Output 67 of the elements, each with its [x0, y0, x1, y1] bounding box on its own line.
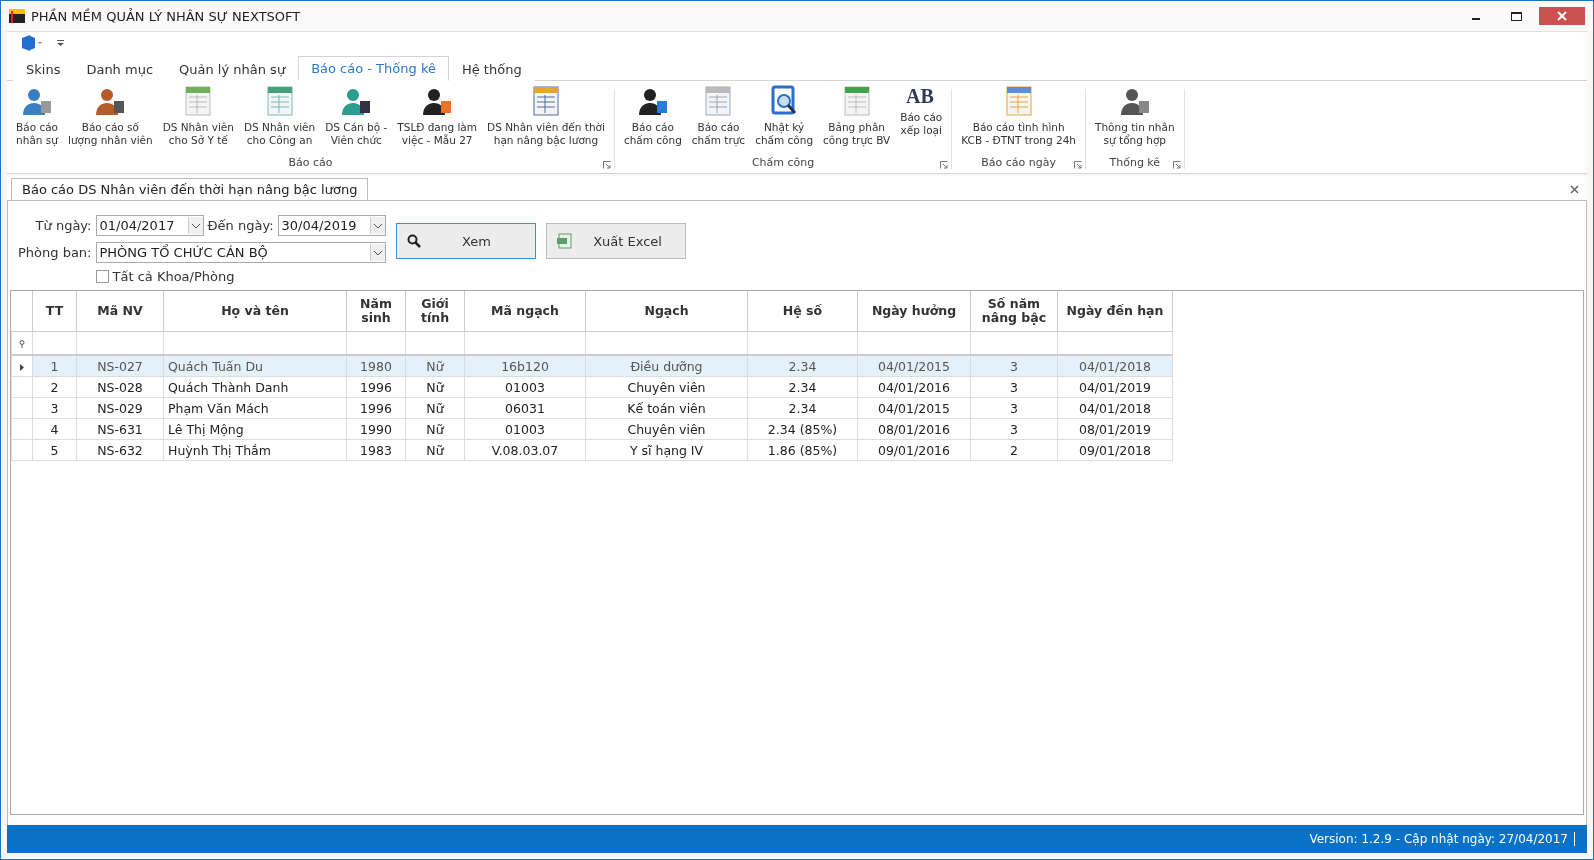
maximize-icon — [1510, 11, 1522, 21]
table-cell: Điều dưỡng — [585, 355, 748, 377]
ribbon-button[interactable]: Nhật ký chấm công — [755, 121, 814, 147]
office-logo-icon[interactable] — [21, 35, 43, 51]
current-row-icon — [20, 363, 24, 371]
column-header[interactable]: Giới tính — [405, 291, 465, 332]
field-label: Đến ngày: — [207, 218, 274, 233]
dialog-launcher-icon[interactable] — [1074, 161, 1083, 169]
spreadsheet-icon — [841, 85, 872, 117]
export-button[interactable]: Xuất Excel — [545, 223, 686, 259]
column-header[interactable]: Mã ngạch — [464, 291, 586, 332]
date-field[interactable]: 30/04/2019 — [277, 215, 386, 236]
column-header[interactable]: Ngày đến hạn — [1057, 291, 1173, 332]
view-button[interactable]: Xem — [395, 223, 536, 259]
ribbon-group-label: Thống kê — [1109, 156, 1161, 169]
ribbon-button[interactable]: Báo cáo tình hình KCB - ĐTNT trong 24h — [961, 121, 1077, 147]
column-header[interactable]: Mã NV — [76, 291, 164, 332]
field-label: Từ ngày: — [34, 218, 92, 233]
dialog-launcher-icon[interactable] — [940, 161, 949, 169]
ribbon-button[interactable]: Báo cáo chấm công — [623, 121, 682, 147]
dialog-launcher-icon[interactable] — [602, 161, 611, 169]
app-logo-icon — [9, 9, 25, 23]
column-header[interactable]: Năm sinh — [346, 291, 406, 332]
status-text: Version: 1.2.9 - Cập nhật ngày: 27/04/2017 — [1309, 832, 1575, 846]
ribbon-button[interactable]: DS Nhân viên cho Công an — [243, 121, 316, 147]
close-icon — [1557, 11, 1567, 21]
ribbon-button[interactable]: TSLĐ đang làm việc - Mẫu 27 — [397, 121, 478, 147]
column-header[interactable]: Họ và tên — [163, 291, 347, 332]
spreadsheet-icon — [183, 85, 214, 117]
spreadsheet-icon — [530, 85, 561, 117]
ribbon-button[interactable]: Báo cáo chấm trực — [691, 121, 746, 147]
spreadsheet-icon — [1003, 85, 1034, 117]
ribbon-group-label: Báo cáo ngày — [981, 156, 1056, 169]
document-tab[interactable]: Báo cáo DS Nhân viên đến thời hạn nâng bậc lương — [11, 178, 369, 200]
window-title: PHẦN MỀM QUẢN LÝ NHÂN SỰ NEXTSOFT — [31, 8, 302, 24]
column-header[interactable]: Ngạch — [585, 291, 748, 332]
spreadsheet-icon — [703, 85, 734, 117]
spreadsheet-file-icon — [556, 233, 573, 249]
search-icon — [406, 234, 421, 248]
ribbon-group-label: Báo cáo — [288, 156, 333, 169]
customize-dropdown-icon[interactable] — [57, 39, 65, 47]
checkbox-label: Tất cả Khoa/Phòng — [112, 269, 235, 284]
filter-pin-icon — [19, 339, 25, 348]
column-header[interactable]: Hệ số — [747, 291, 858, 332]
close-button[interactable] — [1539, 7, 1585, 25]
ribbon-button[interactable]: Báo cáo xếp loại — [900, 111, 943, 137]
ribbon-group-label: Chấm công — [751, 156, 815, 169]
close-icon[interactable] — [1570, 185, 1579, 194]
ab-letters-icon: AB — [905, 85, 938, 107]
column-header[interactable]: Ngày hưởng — [857, 291, 971, 332]
ribbon-button[interactable]: Bảng phân công trực BV — [823, 121, 891, 147]
ribbon-button[interactable]: DS Cán bộ - Viên chức — [325, 121, 388, 147]
field-label: Phòng ban: — [18, 245, 92, 260]
spreadsheet-icon — [264, 85, 295, 117]
column-header[interactable]: Số năm nâng bậc — [970, 291, 1058, 332]
ribbon-tab[interactable]: Báo cáo - Thống kê — [298, 56, 449, 81]
column-header[interactable]: TT — [32, 291, 77, 332]
date-field[interactable]: 01/04/2017 — [95, 215, 204, 236]
ribbon-button[interactable]: DS Nhân viên cho Sở Y tế — [162, 121, 234, 147]
department-dropdown[interactable]: PHÒNG TỔ CHỨC CÁN BỘ — [95, 242, 386, 263]
dialog-launcher-icon[interactable] — [1172, 161, 1181, 169]
ribbon-button[interactable]: DS Nhân viên đến thời hạn nâng bậc lương — [487, 121, 605, 147]
table-cell: Quách Tuấn Du — [163, 355, 347, 377]
checkbox[interactable] — [95, 270, 109, 283]
ribbon-button[interactable]: Báo cáo nhân sự — [16, 121, 59, 147]
ribbon-button[interactable]: Báo cáo số lượng nhân viên — [68, 121, 153, 147]
ribbon-button[interactable]: Thông tin nhân sự tổng hợp — [1095, 121, 1175, 147]
